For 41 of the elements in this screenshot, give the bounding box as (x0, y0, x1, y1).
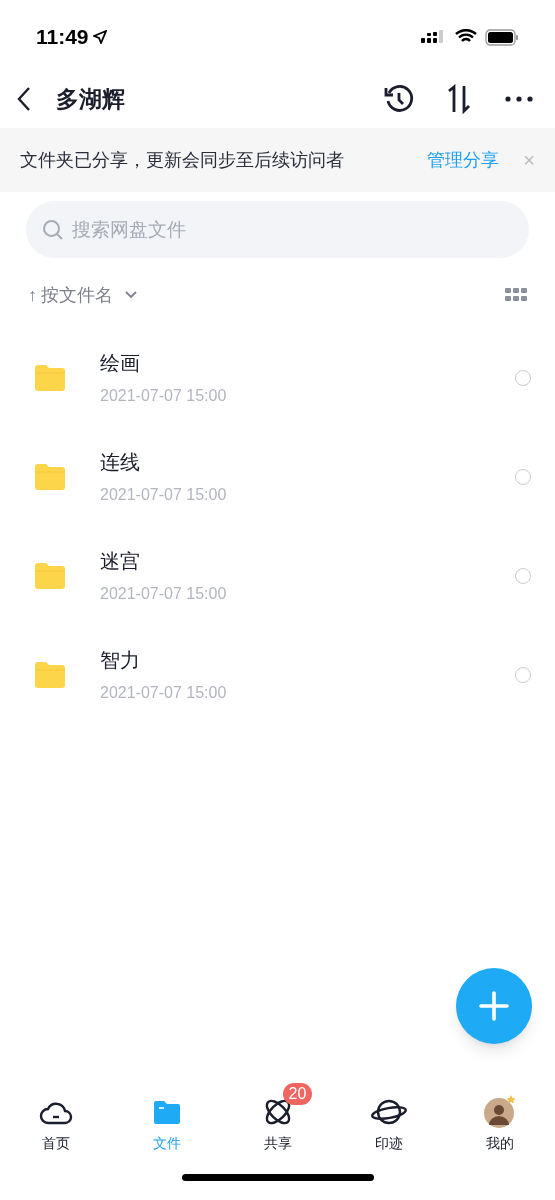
search-icon (42, 219, 64, 241)
folder-name: 绘画 (100, 350, 141, 376)
add-button[interactable] (456, 968, 532, 1044)
folder-date: 2021-07-07 15:00 (100, 583, 227, 604)
folder-icon (34, 660, 66, 689)
folder-row[interactable]: 绘画 2021-07-07 15:00 (0, 328, 555, 427)
folder-title: 多湖辉 (56, 84, 125, 114)
folder-name: 连线 (100, 449, 141, 475)
more-icon (505, 96, 533, 102)
history-icon (383, 83, 415, 115)
sort-by-name-button[interactable]: ↑ 按文件名 (28, 281, 137, 309)
chevron-down-icon (125, 291, 137, 299)
banner-text: 文件夹已分享，更新会同步至后续访问者 (20, 148, 344, 172)
status-time: 11:49 (36, 24, 89, 51)
folder-date: 2021-07-07 15:00 (100, 385, 227, 406)
grid-icon (505, 287, 527, 303)
folder-name: 迷宫 (100, 548, 141, 574)
folder-date: 2021-07-07 15:00 (100, 682, 227, 703)
folder-icon (34, 462, 66, 491)
nav-tab[interactable]: 印迹 (333, 1082, 444, 1154)
battery-icon (485, 28, 519, 46)
folder-row[interactable]: 连线 2021-07-07 15:00 (0, 427, 555, 526)
count-badge: 20 (282, 1083, 313, 1105)
back-icon (16, 86, 32, 112)
history-button[interactable] (383, 83, 415, 115)
location-arrow-icon (92, 30, 107, 44)
nav-tab[interactable]: 20 共享 (222, 1082, 333, 1154)
folder-row[interactable]: 迷宫 2021-07-07 15:00 (0, 526, 555, 625)
folder-icon (34, 363, 66, 392)
nav-tab[interactable]: 我的 (444, 1082, 555, 1154)
nav-tab[interactable]: 首页 (0, 1082, 111, 1154)
folder-icon (151, 1099, 182, 1125)
planet-icon (370, 1097, 407, 1127)
folder-date: 2021-07-07 15:00 (100, 484, 227, 505)
folder-row[interactable]: 智力 2021-07-07 15:00 (0, 625, 555, 724)
folder-name: 智力 (100, 647, 141, 673)
search-field[interactable]: 搜索网盘文件 (26, 201, 529, 258)
plus-icon (479, 991, 509, 1021)
avatar-icon (482, 1095, 517, 1129)
grid-view-button[interactable] (505, 287, 527, 303)
folder-icon (34, 561, 66, 590)
